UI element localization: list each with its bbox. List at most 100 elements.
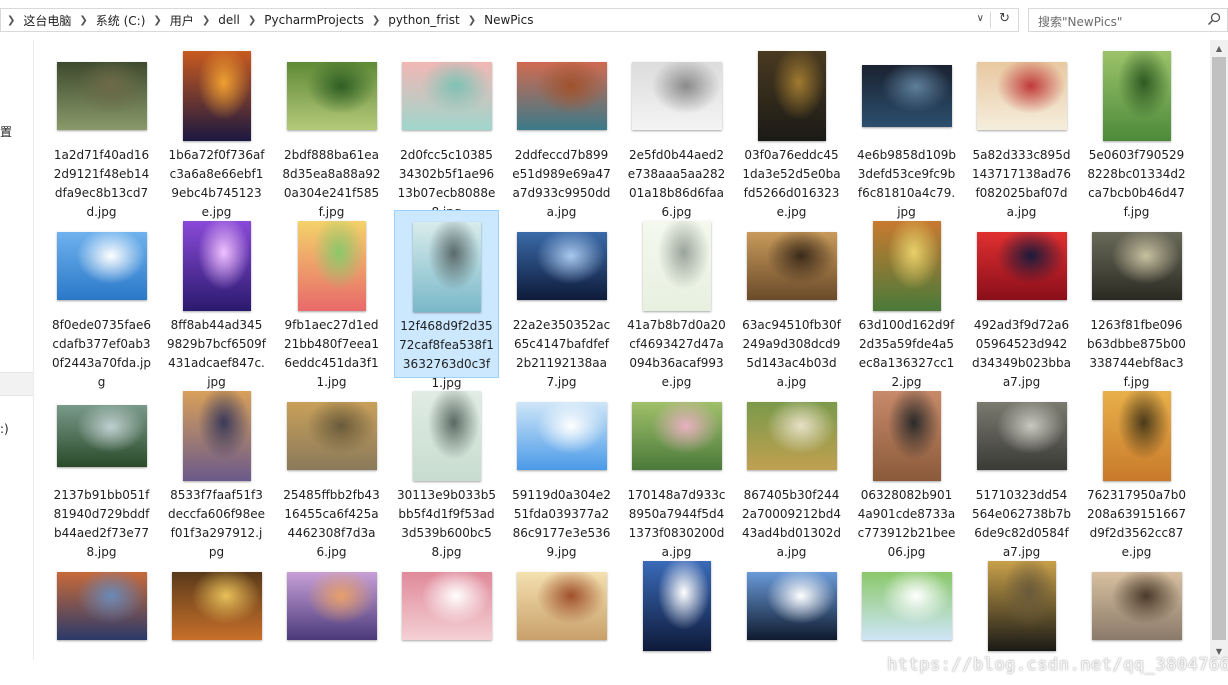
breadcrumb-item[interactable]: 这台电脑: [22, 12, 72, 29]
image-thumbnail[interactable]: [1091, 571, 1182, 640]
image-thumbnail[interactable]: [631, 401, 722, 470]
chevron-down-icon[interactable]: ∨: [977, 13, 984, 24]
file-item[interactable]: 2bdf888ba61ea8d35ea8a88a920a304e241f585f…: [279, 40, 384, 219]
file-item[interactable]: 2e5fd0b44aed2e738aaa5aa28201a18b86d6faa6…: [624, 40, 729, 219]
image-thumbnail[interactable]: [516, 231, 607, 300]
image-thumbnail[interactable]: [412, 221, 481, 312]
image-thumbnail[interactable]: [516, 401, 607, 470]
file-item[interactable]: [1084, 550, 1189, 659]
file-item[interactable]: 1a2d71f40ad162d9121f48eb14dfa9ec8b13cd7d…: [49, 40, 154, 219]
image-thumbnail[interactable]: [861, 571, 952, 640]
file-item[interactable]: [739, 550, 844, 659]
image-thumbnail[interactable]: [746, 571, 837, 640]
image-thumbnail[interactable]: [1102, 390, 1171, 481]
image-thumbnail[interactable]: [401, 571, 492, 640]
file-item[interactable]: [394, 550, 499, 659]
image-thumbnail[interactable]: [861, 64, 952, 127]
breadcrumb-item[interactable]: dell: [217, 13, 241, 27]
image-thumbnail[interactable]: [976, 61, 1067, 130]
vertical-scrollbar[interactable]: ▲ ▼: [1210, 40, 1228, 660]
image-thumbnail[interactable]: [286, 401, 377, 470]
search-icon[interactable]: [1207, 12, 1221, 26]
file-item[interactable]: 492ad3f9d72a605964523d942d34349b023bbaa7…: [969, 210, 1074, 389]
image-thumbnail[interactable]: [182, 220, 251, 311]
file-item[interactable]: [49, 550, 154, 659]
file-item[interactable]: [509, 550, 614, 659]
refresh-icon[interactable]: ↻: [999, 11, 1010, 26]
breadcrumb-item[interactable]: 系统 (C:): [95, 12, 147, 29]
image-thumbnail[interactable]: [976, 401, 1067, 470]
file-item[interactable]: 63ac94510fb30f249a9d308dcd95d143ac4b03da…: [739, 210, 844, 389]
file-item[interactable]: 2ddfeccd7b899e51d989e69a47a7d933c9950dda…: [509, 40, 614, 219]
nav-pane-item-fragment[interactable]: 置: [0, 123, 12, 140]
image-thumbnail[interactable]: [286, 61, 377, 130]
file-item[interactable]: 5a82d333c895d143717138ad76f082025baf07da…: [969, 40, 1074, 219]
file-item[interactable]: 8ff8ab44ad3459829b7bcf6509f431adcaef847c…: [164, 210, 269, 389]
image-thumbnail[interactable]: [56, 231, 147, 300]
image-thumbnail[interactable]: [56, 61, 147, 130]
file-item[interactable]: 1b6a72f0f736afc3a6a8e66ebf19ebc4b745123e…: [164, 40, 269, 219]
file-item[interactable]: 63d100d162d9f2d35a59fde4a5ec8a136327cc12…: [854, 210, 959, 389]
file-item[interactable]: 5e0603f7905298228bc01334d2ca7bcb0b46d47f…: [1084, 40, 1189, 219]
file-item[interactable]: 59119d0a304e251fda039377a286c9177e3e5369…: [509, 380, 614, 559]
chevron-right-icon[interactable]: ❯: [468, 15, 476, 26]
file-item[interactable]: [164, 550, 269, 659]
file-item[interactable]: 12f468d9f2d3572caf8fea538f13632763d0c3f1…: [394, 210, 499, 390]
chevron-right-icon[interactable]: ❯: [248, 15, 256, 26]
file-item[interactable]: 2d0fcc5c1038534302b5f1ae9613b07ecb8088e8…: [394, 40, 499, 219]
breadcrumb-item[interactable]: PycharmProjects: [263, 13, 365, 27]
image-thumbnail[interactable]: [757, 50, 826, 141]
file-item[interactable]: 41a7b8b7d0a20cf4693427d47a094b36acaf993e…: [624, 210, 729, 389]
breadcrumb-item[interactable]: NewPics: [483, 13, 534, 27]
image-thumbnail[interactable]: [872, 220, 941, 311]
image-thumbnail[interactable]: [412, 390, 481, 481]
chevron-right-icon[interactable]: ❯: [153, 15, 161, 26]
file-item[interactable]: [854, 550, 959, 659]
file-item[interactable]: 4e6b9858d109b3defd53ce9fc9bf6c81810a4c79…: [854, 40, 959, 219]
file-item[interactable]: 06328082b9014a901cde8733ac773912b21bee06…: [854, 380, 959, 559]
file-item[interactable]: 2137b91bb051f81940d729bddfb44aed2f73e778…: [49, 380, 154, 559]
image-thumbnail[interactable]: [1091, 231, 1182, 300]
file-item[interactable]: 762317950a7b0208a639151667d9f2d3562cc87e…: [1084, 380, 1189, 559]
image-thumbnail[interactable]: [56, 404, 147, 467]
image-thumbnail[interactable]: [516, 571, 607, 640]
image-thumbnail[interactable]: [872, 390, 941, 481]
image-thumbnail[interactable]: [401, 61, 492, 130]
file-item[interactable]: 03f0a76eddc451da3e52d5e0bafd5266d016323e…: [739, 40, 844, 219]
chevron-right-icon[interactable]: ❯: [372, 15, 380, 26]
search-box[interactable]: 搜索"NewPics": [1028, 8, 1228, 32]
file-item[interactable]: [279, 550, 384, 659]
scroll-up-icon[interactable]: ▲: [1210, 40, 1228, 57]
file-item[interactable]: 170148a7d933c8950a7944f5d41373f0830200da…: [624, 380, 729, 559]
image-thumbnail[interactable]: [286, 571, 377, 640]
file-item[interactable]: 8533f7faaf51f3deccfa606f98eef01f3a297912…: [164, 380, 269, 559]
image-thumbnail[interactable]: [171, 571, 262, 640]
file-item[interactable]: 1263f81fbe096b63dbbe875b00338744ebf8ac3f…: [1084, 210, 1189, 389]
image-thumbnail[interactable]: [746, 231, 837, 300]
file-item[interactable]: 9fb1aec27d1ed21bb480f7eea16eddc451da3f11…: [279, 210, 384, 389]
image-thumbnail[interactable]: [976, 231, 1067, 300]
file-item[interactable]: 22a2e350352ac65c4147bafdfef2b21192138aa7…: [509, 210, 614, 389]
scrollbar-thumb[interactable]: [1212, 57, 1226, 640]
image-thumbnail[interactable]: [987, 560, 1056, 651]
file-item[interactable]: [624, 550, 729, 659]
file-item[interactable]: 30113e9b033b5bb5f4d1f9f53ad3d539b600bc58…: [394, 380, 499, 559]
file-item[interactable]: 25485ffbb2fb4316455ca6f425a4462308f7d3a6…: [279, 380, 384, 559]
file-item[interactable]: 8f0ede0735fae6cdafb377ef0ab30f2443a70fda…: [49, 210, 154, 389]
image-thumbnail[interactable]: [1102, 50, 1171, 141]
address-bar[interactable]: ❯ 这台电脑 ❯ 系统 (C:) ❯ 用户 ❯ dell ❯ PycharmProjects ❯ p…: [0, 8, 1019, 32]
file-item[interactable]: [969, 550, 1074, 659]
nav-pane-drive-fragment[interactable]: :): [0, 422, 9, 436]
image-thumbnail[interactable]: [631, 61, 722, 130]
image-thumbnail[interactable]: [746, 401, 837, 470]
chevron-right-icon[interactable]: ❯: [202, 15, 210, 26]
breadcrumb-item[interactable]: 用户: [169, 12, 195, 29]
image-thumbnail[interactable]: [182, 390, 251, 481]
nav-pane-selected-item[interactable]: [0, 372, 33, 396]
image-thumbnail[interactable]: [56, 571, 147, 640]
image-thumbnail[interactable]: [642, 560, 711, 651]
file-item[interactable]: 51710323dd54564e062738b7b6de9c82d0584fa7…: [969, 380, 1074, 559]
image-thumbnail[interactable]: [182, 50, 251, 141]
image-thumbnail[interactable]: [516, 61, 607, 130]
chevron-right-icon[interactable]: ❯: [79, 15, 87, 26]
